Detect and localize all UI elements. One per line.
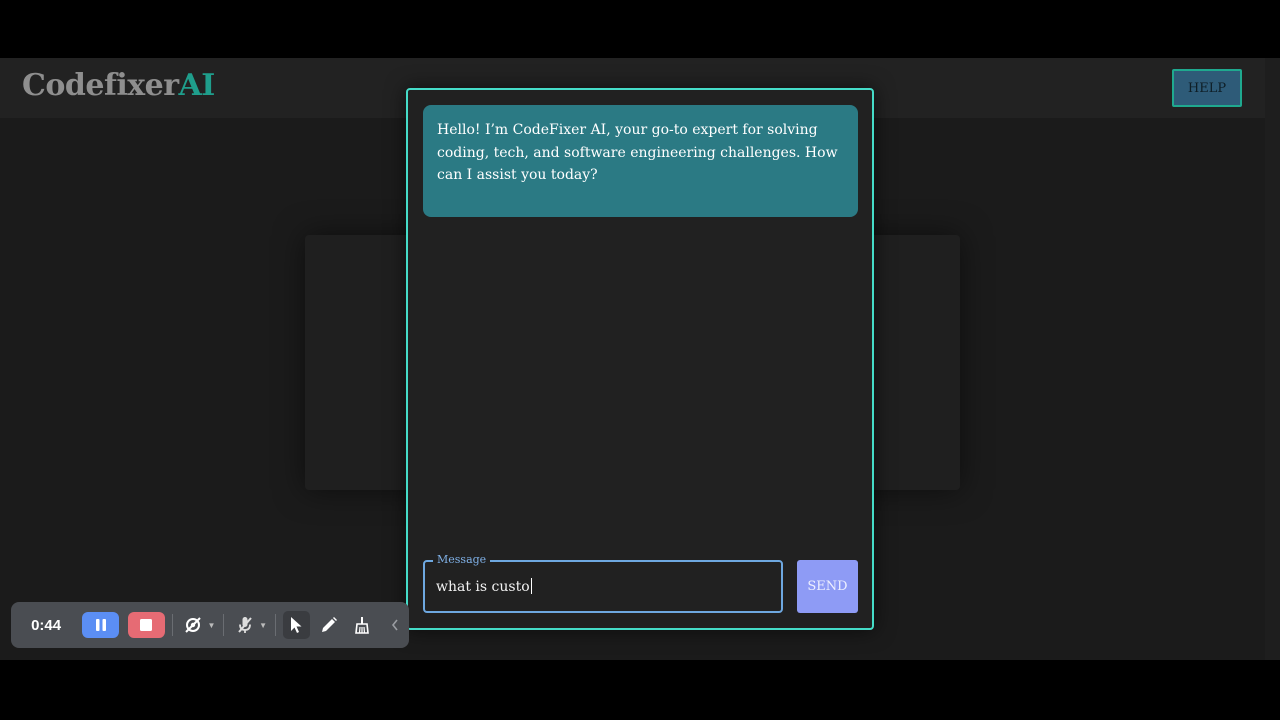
app-viewport: CodefixerAI HELP Hello! I’m CodeFixer AI… (0, 58, 1280, 660)
pen-icon (322, 617, 338, 632)
recording-timer: 0:44 (31, 616, 62, 634)
text-caret (530, 578, 532, 594)
pen-tool-button[interactable] (316, 612, 343, 638)
camera-options-chevron-icon[interactable]: ▼ (207, 621, 217, 630)
bot-message-bubble: Hello! I’m CodeFixer AI, your go-to expe… (423, 105, 858, 217)
message-input[interactable]: what is custo (436, 578, 532, 595)
toolbar-divider (223, 614, 225, 636)
stop-icon (140, 619, 153, 631)
collapse-toolbar-button[interactable] (382, 612, 409, 638)
message-input-label: Message (433, 553, 491, 566)
logo-text-codefixer: Codefixer (22, 68, 179, 103)
microphone-toggle-button[interactable] (231, 612, 258, 638)
pointer-icon (291, 617, 302, 633)
page-scrollbar[interactable] (1265, 58, 1280, 660)
eraser-icon (355, 617, 370, 634)
pause-icon (95, 619, 106, 631)
microphone-off-icon (237, 617, 252, 633)
logo-text-ai: AI (178, 68, 216, 103)
message-input-value: what is custo (436, 579, 530, 595)
send-button[interactable]: SEND (797, 560, 858, 613)
screen-recorder-toolbar: 0:44 ▼ ▼ (11, 602, 409, 648)
toolbar-divider (274, 614, 276, 636)
app-logo[interactable]: CodefixerAI (22, 68, 215, 103)
camera-off-icon (185, 617, 201, 633)
toolbar-divider (171, 614, 173, 636)
message-input-field[interactable]: Message what is custo (423, 553, 783, 613)
eraser-tool-button[interactable] (349, 612, 376, 638)
camera-toggle-button[interactable] (180, 612, 207, 638)
help-button[interactable]: HELP (1172, 69, 1242, 107)
chat-dialog: Hello! I’m CodeFixer AI, your go-to expe… (406, 88, 874, 630)
pointer-tool-button[interactable] (282, 611, 310, 639)
collapse-chevron-icon (392, 619, 399, 631)
stop-button[interactable] (127, 612, 165, 638)
microphone-options-chevron-icon[interactable]: ▼ (258, 621, 268, 630)
pause-button[interactable] (82, 612, 119, 638)
